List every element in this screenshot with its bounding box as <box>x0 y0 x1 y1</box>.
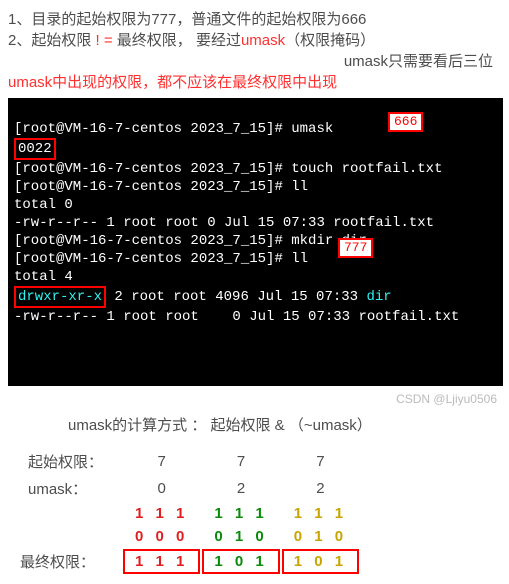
row-final: 最终权限： 1 1 1 1 0 1 1 0 1 <box>10 549 359 574</box>
note-line-2: 2、起始权限 ! = 最终权限， 要经过umask（权限掩码） <box>8 29 503 50</box>
annotation-666: 666 <box>388 112 423 132</box>
row-bits-b: 0 0 0 0 1 0 0 1 0 <box>10 526 359 547</box>
annotation-777: 777 <box>338 238 373 258</box>
row-umask: umask： 0 2 2 <box>10 476 359 501</box>
calc-title: umask的计算方式 ： 起始权限 & （~umask） <box>8 414 503 435</box>
row-bits-a: 1 1 1 1 1 1 1 1 1 <box>10 503 359 524</box>
umask-value-box: 0022 <box>14 138 56 160</box>
note-line-4: umask中出现的权限，都不应该在最终权限中出现 <box>8 71 503 92</box>
row-initial: 起始权限： 7 7 7 <box>10 449 359 474</box>
dir-perm-box: drwxr-xr-x <box>14 286 106 308</box>
calculation-section: umask的计算方式 ： 起始权限 & （~umask） 起始权限： 7 7 7… <box>8 414 503 576</box>
note-line-1: 1、目录的起始权限为777，普通文件的起始权限为666 <box>8 8 503 29</box>
watermark: CSDN @Ljiyu0506 <box>396 390 497 408</box>
note-line-3: umask只需要看后三位 <box>8 50 503 71</box>
terminal-output: [root@VM-16-7-centos 2023_7_15]# umask 0… <box>8 98 503 386</box>
calc-table: 起始权限： 7 7 7 umask： 0 2 2 1 1 1 1 1 1 1 1… <box>8 447 361 576</box>
